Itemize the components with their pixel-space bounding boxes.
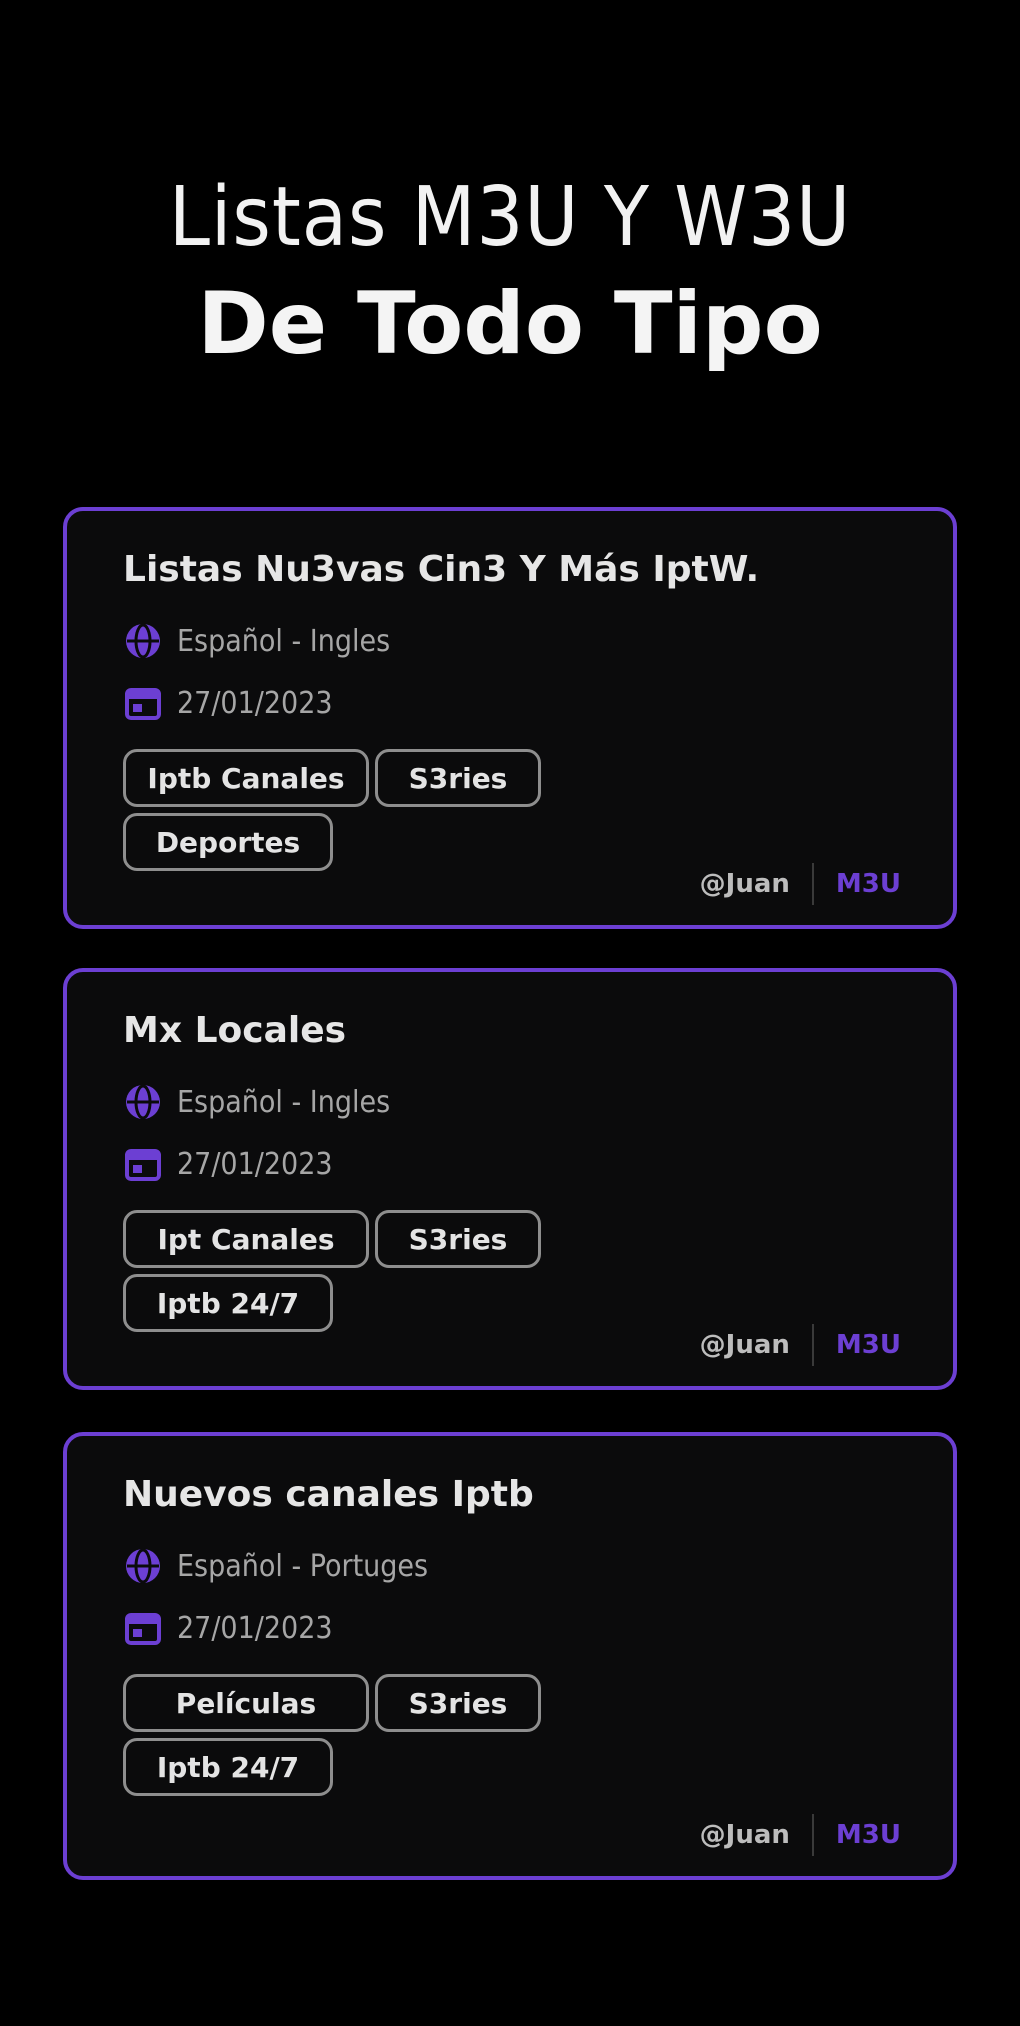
tag-chip[interactable]: Deportes	[123, 813, 333, 871]
footer-divider	[811, 863, 814, 905]
hero-subtitle: De Todo Tipo	[197, 274, 823, 374]
tag-chip[interactable]: Ipt Canales	[123, 1210, 369, 1268]
playlist-card[interactable]: Listas Nu3vas Cin3 Y Más IptW. Español -…	[63, 507, 957, 929]
tag-chip[interactable]: S3ries	[375, 1674, 541, 1732]
calendar-icon	[123, 1608, 163, 1648]
hero-title: Listas M3U Y W3U	[168, 170, 852, 265]
date-text: 27/01/2023	[177, 1610, 333, 1646]
language-text: Español - Portuges	[177, 1548, 429, 1584]
author-handle[interactable]: @Juan	[700, 1330, 790, 1360]
tag-chip[interactable]: Iptb 24/7	[123, 1738, 333, 1796]
tag-chip[interactable]: Películas	[123, 1674, 369, 1732]
playlist-date: 27/01/2023	[123, 1142, 333, 1186]
calendar-icon	[123, 1144, 163, 1184]
footer-divider	[811, 1324, 814, 1366]
playlist-language: Español - Ingles	[123, 1080, 390, 1124]
calendar-icon	[123, 683, 163, 723]
footer-divider	[811, 1814, 814, 1856]
author-handle[interactable]: @Juan	[700, 869, 790, 899]
playlist-title: Listas Nu3vas Cin3 Y Más IptW.	[123, 549, 760, 590]
playlist-language: Español - Ingles	[123, 619, 390, 663]
format-badge: M3U	[835, 869, 901, 899]
tag-chip[interactable]: S3ries	[375, 1210, 541, 1268]
card-footer: @Juan M3U	[700, 861, 901, 907]
language-text: Español - Ingles	[177, 1084, 391, 1120]
tag-list: Ipt Canales S3ries Iptb 24/7	[123, 1210, 583, 1332]
globe-icon	[123, 1082, 163, 1122]
playlist-date: 27/01/2023	[123, 681, 333, 725]
card-footer: @Juan M3U	[700, 1322, 901, 1368]
date-text: 27/01/2023	[177, 685, 333, 721]
playlist-title: Nuevos canales Iptb	[123, 1474, 534, 1515]
card-footer: @Juan M3U	[700, 1812, 901, 1858]
date-text: 27/01/2023	[177, 1146, 333, 1182]
globe-icon	[123, 621, 163, 661]
globe-icon	[123, 1546, 163, 1586]
tag-list: Películas S3ries Iptb 24/7	[123, 1674, 583, 1796]
format-badge: M3U	[835, 1330, 901, 1360]
language-text: Español - Ingles	[177, 623, 391, 659]
playlist-date: 27/01/2023	[123, 1606, 333, 1650]
playlist-language: Español - Portuges	[123, 1544, 428, 1588]
tag-chip[interactable]: Iptb 24/7	[123, 1274, 333, 1332]
tag-chip[interactable]: S3ries	[375, 749, 541, 807]
format-badge: M3U	[835, 1820, 901, 1850]
app-screen: Listas M3U Y W3U De Todo Tipo Listas Nu3…	[0, 0, 1020, 2026]
playlist-card[interactable]: Nuevos canales Iptb Español - Portuges 2…	[63, 1432, 957, 1880]
tag-chip[interactable]: Iptb Canales	[123, 749, 369, 807]
hero-heading: Listas M3U Y W3U De Todo Tipo	[0, 168, 1020, 380]
tag-list: Iptb Canales S3ries Deportes	[123, 749, 583, 871]
playlist-title: Mx Locales	[123, 1010, 347, 1051]
author-handle[interactable]: @Juan	[700, 1820, 790, 1850]
playlist-card[interactable]: Mx Locales Español - Ingles 27/01/2023 I…	[63, 968, 957, 1390]
